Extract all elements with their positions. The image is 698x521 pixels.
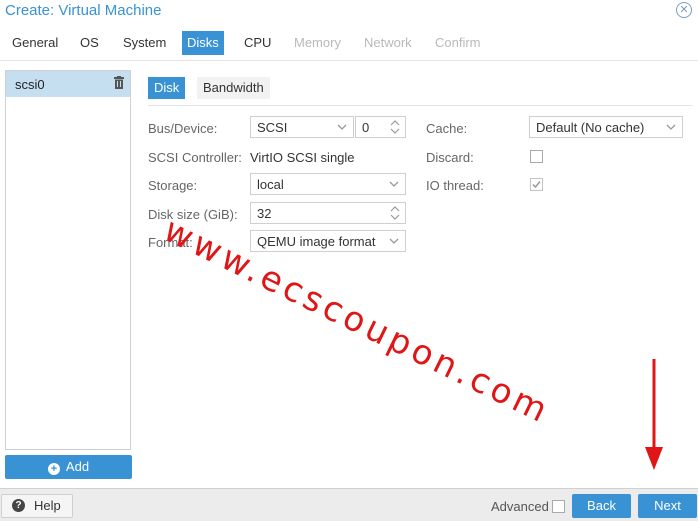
wizard-tabs: General OS System Disks CPU Memory Netwo… bbox=[0, 31, 698, 57]
help-label: Help bbox=[34, 498, 61, 513]
tab-general[interactable]: General bbox=[7, 31, 63, 55]
device-number-spinner[interactable]: 0 bbox=[355, 116, 406, 138]
tab-os[interactable]: OS bbox=[75, 31, 104, 55]
trash-icon[interactable] bbox=[114, 76, 124, 89]
chevron-down-icon bbox=[666, 124, 676, 130]
disk-subtabs: Disk Bandwidth bbox=[148, 77, 693, 106]
disk-item-label: scsi0 bbox=[15, 77, 45, 92]
advanced-label: Advanced bbox=[491, 499, 549, 514]
next-button[interactable]: Next bbox=[638, 494, 697, 518]
bus-value: SCSI bbox=[257, 120, 288, 135]
storage-value: local bbox=[257, 177, 284, 192]
tab-confirm: Confirm bbox=[435, 35, 481, 50]
discard-label: Discard: bbox=[426, 150, 474, 165]
bus-device-label: Bus/Device: bbox=[148, 121, 218, 136]
cache-select[interactable]: Default (No cache) bbox=[529, 116, 683, 138]
storage-select[interactable]: local bbox=[250, 173, 406, 195]
cache-value: Default (No cache) bbox=[536, 120, 645, 135]
chevron-down-icon bbox=[389, 238, 399, 244]
subtab-bandwidth[interactable]: Bandwidth bbox=[197, 77, 270, 99]
window-titlebar: Create: Virtual Machine ✕ bbox=[0, 0, 698, 24]
format-select[interactable]: QEMU image format bbox=[250, 230, 406, 252]
tab-memory: Memory bbox=[294, 35, 341, 50]
disk-list-item-scsi0[interactable]: scsi0 bbox=[6, 71, 130, 97]
tab-cpu[interactable]: CPU bbox=[239, 31, 276, 55]
arrow-down-icon bbox=[645, 359, 663, 470]
disk-size-spinner[interactable]: 32 bbox=[250, 202, 406, 224]
spinner-arrows-icon[interactable] bbox=[390, 204, 400, 222]
io-thread-checkbox[interactable] bbox=[530, 178, 543, 191]
tab-divider bbox=[0, 60, 698, 61]
add-disk-button[interactable]: + Add bbox=[5, 455, 132, 479]
subtab-disk[interactable]: Disk bbox=[148, 77, 186, 99]
help-button[interactable]: ? Help bbox=[1, 494, 73, 518]
disk-size-label: Disk size (GiB): bbox=[148, 207, 238, 222]
chevron-down-icon bbox=[389, 181, 399, 187]
discard-checkbox[interactable] bbox=[530, 150, 543, 163]
spinner-arrows-icon[interactable] bbox=[390, 118, 400, 136]
chevron-down-icon bbox=[337, 124, 347, 130]
bus-select[interactable]: SCSI bbox=[250, 116, 354, 138]
back-button[interactable]: Back bbox=[572, 494, 631, 518]
tab-network: Network bbox=[364, 35, 412, 50]
tab-system[interactable]: System bbox=[118, 31, 171, 55]
scsi-controller-label: SCSI Controller: bbox=[148, 150, 242, 165]
checkmark-icon bbox=[532, 181, 541, 189]
io-thread-label: IO thread: bbox=[426, 178, 484, 193]
format-label: Format: bbox=[148, 235, 193, 250]
wizard-footer: ? Help Advanced Back Next bbox=[0, 488, 698, 521]
scsi-controller-value: VirtIO SCSI single bbox=[250, 150, 355, 165]
advanced-checkbox[interactable] bbox=[552, 500, 565, 513]
format-value: QEMU image format bbox=[257, 234, 376, 249]
close-icon[interactable]: ✕ bbox=[676, 2, 692, 18]
device-number-value: 0 bbox=[362, 120, 370, 135]
plus-circle-icon: + bbox=[47, 463, 60, 475]
question-circle-icon: ? bbox=[12, 499, 25, 512]
window-title: Create: Virtual Machine bbox=[5, 2, 162, 19]
disk-size-value: 32 bbox=[257, 206, 272, 221]
cache-label: Cache: bbox=[426, 121, 468, 136]
add-disk-label: Add bbox=[65, 459, 90, 474]
disk-list: scsi0 bbox=[5, 70, 131, 450]
tab-disks[interactable]: Disks bbox=[182, 31, 224, 55]
storage-label: Storage: bbox=[148, 178, 198, 193]
